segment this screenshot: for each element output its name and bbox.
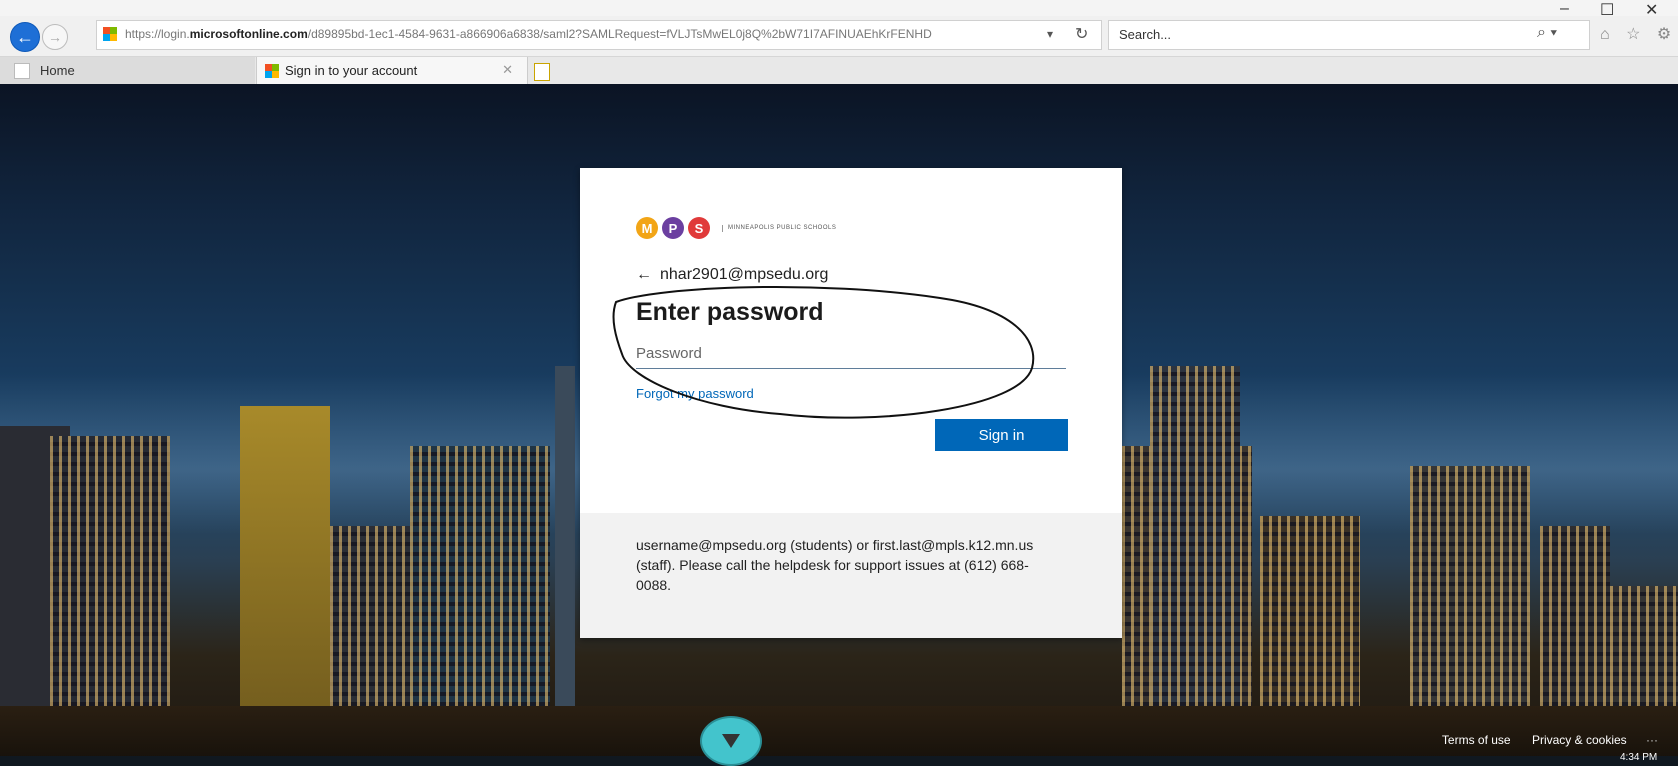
browser-chrome: – ☐ ✕ ← → https://login.microsoftonline.…	[0, 0, 1678, 85]
search-placeholder: Search...	[1119, 27, 1172, 42]
back-arrow-icon: ←	[16, 26, 34, 47]
tab-close-icon[interactable]: ✕	[502, 62, 513, 78]
help-section: username@mpsedu.org (students) or first.…	[580, 513, 1122, 638]
back-button[interactable]: ←	[10, 22, 40, 52]
tab-sign-in[interactable]: Sign in to your account ✕	[256, 57, 528, 85]
identity-back-link[interactable]: ← nhar2901@mpsedu.org	[636, 266, 828, 284]
terms-link[interactable]: Terms of use	[1442, 733, 1511, 747]
logo-p-icon: P	[662, 217, 684, 239]
logo-text: MINNEAPOLIS PUBLIC SCHOOLS	[722, 224, 836, 232]
address-bar[interactable]: https://login.microsoftonline.com/d89895…	[96, 20, 1102, 50]
toolbar-icons[interactable]: ⌂ ☆ ⚙	[1600, 24, 1677, 44]
help-text: username@mpsedu.org (students) or first.…	[636, 537, 1034, 593]
tab-home[interactable]: Home	[0, 57, 255, 85]
page-title: Enter password	[636, 298, 824, 326]
refresh-icon[interactable]: ↻	[1075, 24, 1088, 44]
logo-s-icon: S	[688, 217, 710, 239]
blank-page-icon	[14, 63, 30, 79]
search-icon[interactable]: ⌕ ▾	[1537, 24, 1557, 42]
footer-links: Terms of use Privacy & cookies ···	[1424, 733, 1658, 747]
microsoft-favicon-icon	[103, 27, 117, 41]
forward-arrow-icon: →	[48, 29, 62, 45]
address-dropdown-icon[interactable]: ▾	[1047, 27, 1053, 41]
microsoft-favicon-icon	[265, 64, 279, 78]
screen-recorder-icon[interactable]	[700, 716, 762, 766]
forgot-password-link[interactable]: Forgot my password	[636, 386, 754, 401]
new-tab-button[interactable]	[534, 63, 550, 81]
sign-in-button[interactable]: Sign in	[935, 419, 1068, 451]
tab-sign-in-label: Sign in to your account	[285, 63, 418, 78]
privacy-link[interactable]: Privacy & cookies	[1532, 733, 1627, 747]
taskbar	[0, 756, 1678, 766]
navigation-bar: ← → https://login.microsoftonline.com/d8…	[0, 16, 1678, 56]
mps-logo: M P S MINNEAPOLIS PUBLIC SCHOOLS	[636, 216, 836, 240]
taskbar-clock: 4:34 PM	[1620, 752, 1658, 763]
forward-button[interactable]: →	[42, 24, 68, 50]
address-url: https://login.microsoftonline.com/d89895…	[125, 27, 932, 41]
more-options-icon[interactable]: ···	[1646, 733, 1658, 747]
tab-bar: Home Sign in to your account ✕	[0, 56, 1678, 85]
password-input[interactable]	[636, 338, 1066, 369]
tab-home-label: Home	[40, 63, 75, 78]
search-box[interactable]: Search... ⌕ ▾	[1108, 20, 1590, 50]
login-card-body: M P S MINNEAPOLIS PUBLIC SCHOOLS ← nhar29…	[580, 168, 1122, 513]
login-page-background: M P S MINNEAPOLIS PUBLIC SCHOOLS ← nhar29…	[0, 84, 1678, 766]
identity-email: nhar2901@mpsedu.org	[660, 266, 829, 283]
back-arrow-icon: ←	[636, 266, 652, 283]
logo-m-icon: M	[636, 217, 658, 239]
login-card: M P S MINNEAPOLIS PUBLIC SCHOOLS ← nhar29…	[580, 168, 1122, 638]
